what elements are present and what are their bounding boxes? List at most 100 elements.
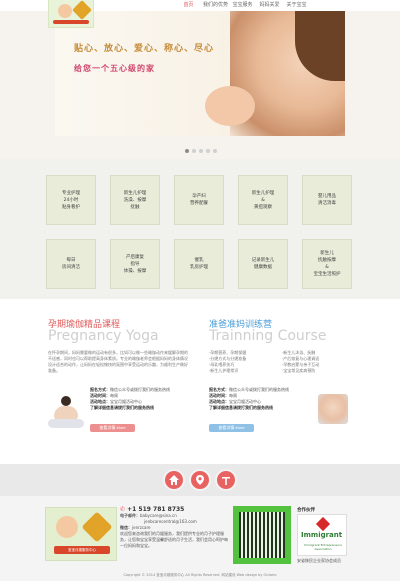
footer-logo-text: 宝宝月嫂服务中心 bbox=[68, 548, 96, 552]
email-label: 电子邮件： bbox=[120, 513, 140, 518]
partner-badge[interactable]: Immigrant Immigrant Entrepreneurs Associ… bbox=[297, 514, 347, 556]
service-tile[interactable]: 催乳 乳房护理 bbox=[174, 239, 224, 289]
service-tile-line: 营养配餐 bbox=[190, 201, 208, 206]
service-tile-line: 婴儿用品 bbox=[318, 194, 336, 199]
banner-slogan-line1: 贴心、放心、爱心、称心、尽心 bbox=[74, 44, 215, 54]
email-link[interactable]: jenbcarecentral@163.com bbox=[144, 519, 197, 524]
training-title-en: Trainning Course bbox=[209, 328, 327, 344]
logo-maple-leaf-icon bbox=[72, 0, 92, 20]
service-tile-line: 宝宝生活照护 bbox=[313, 272, 341, 277]
service-tile-line: 洗澡、按摩 bbox=[123, 197, 147, 203]
service-tile-label: 孕产妇 营养配餐 bbox=[190, 193, 208, 207]
service-tile-line: 体操、按摩 bbox=[123, 268, 147, 274]
service-tile-line: 孕产妇 bbox=[192, 194, 206, 199]
service-tile[interactable]: 新生儿 抚触按摩 & 宝宝生活照护 bbox=[302, 239, 352, 289]
wechat-id: jenrzcare bbox=[132, 525, 151, 530]
yoga-head bbox=[61, 396, 71, 406]
info-value: 每周 bbox=[110, 393, 118, 398]
service-tile-line: 指导 bbox=[130, 261, 140, 267]
service-tile-line: 房间清洁 bbox=[62, 265, 80, 270]
footer-logo-baby bbox=[56, 516, 78, 538]
phone-value: +1 519 781 8735 bbox=[127, 506, 185, 513]
logo-ribbon bbox=[53, 20, 89, 24]
service-tile-line: 清洁消毒 bbox=[318, 201, 336, 206]
training-baby-image bbox=[318, 394, 348, 424]
service-tile-line: 新生儿 bbox=[320, 251, 334, 256]
service-tile-line: 贴身看护 bbox=[62, 204, 80, 210]
footer-blurb: 欢迎您来咨询我们的月嫂服务，我们提供专业的月子护理服务，让您和宝宝享受温馨舒适的… bbox=[120, 531, 228, 548]
banner-slide: 贴心、放心、爱心、称心、尽心 给您一个五心级的家 bbox=[55, 11, 345, 136]
service-tile-line: 抚触 bbox=[130, 204, 140, 210]
maple-leaf-icon bbox=[315, 516, 331, 532]
banner-baby-photo bbox=[205, 86, 255, 126]
service-tile[interactable]: 新生儿护理 洗澡、按摩 抚触 bbox=[110, 175, 160, 225]
yoga-title-en: Pregnancy Yoga bbox=[48, 328, 159, 344]
service-tile[interactable]: 新生儿护理 & 黄疸观察 bbox=[238, 175, 288, 225]
carousel-dot[interactable] bbox=[206, 149, 210, 153]
yoga-body bbox=[54, 406, 78, 420]
footer-icon-band bbox=[0, 464, 400, 496]
training-topics-col2: ·新生儿沐浴、抚触 ·产后恢复与心理调适 ·早教启蒙与亲子互动 ·宝宝常见疾病预… bbox=[282, 350, 352, 374]
site-logo[interactable] bbox=[48, 0, 94, 28]
service-tile[interactable]: 专业护理 24小时 贴身看护 bbox=[46, 175, 96, 225]
carousel-dot[interactable] bbox=[185, 149, 189, 153]
carousel-dot[interactable] bbox=[199, 149, 203, 153]
service-tile-line: 新生儿护理 bbox=[251, 190, 275, 196]
header: 首页 我们的优势 宝宝服务 妈妈关爱 关于宝宝 bbox=[0, 0, 400, 28]
service-tile-line: 健康数据 bbox=[254, 265, 272, 270]
footer: 宝宝月嫂服务中心 ✆ +1 519 781 8735 电子邮件：babycare… bbox=[0, 496, 400, 581]
yoga-more-button[interactable]: 查看详情 More bbox=[90, 424, 135, 432]
service-tile-label: 新生儿护理 & 黄疸观察 bbox=[252, 190, 275, 211]
info-value: 微信公众号或拨打我们的服务热线 bbox=[229, 387, 289, 392]
training-topic: ·新生儿护理常识 bbox=[209, 368, 239, 373]
info-value: 宝宝月嫂活动中心 bbox=[229, 399, 261, 404]
carousel-indicators bbox=[185, 149, 217, 153]
email-link[interactable]: babycare@sina.cn bbox=[140, 513, 177, 518]
service-tile[interactable]: 每日 房间清洁 bbox=[46, 239, 96, 289]
info-label: 活动地点： bbox=[209, 399, 229, 404]
location-icon[interactable] bbox=[189, 469, 211, 491]
service-tile-line: 乳房护理 bbox=[190, 265, 208, 270]
service-tile[interactable]: 婴儿用品 清洁消毒 bbox=[302, 175, 352, 225]
service-tile[interactable]: 孕产妇 营养配餐 bbox=[174, 175, 224, 225]
service-tile-line: 黄疸观察 bbox=[254, 204, 272, 210]
service-tile-line: 新生儿护理 bbox=[123, 190, 147, 196]
service-tile-line: 24小时 bbox=[63, 197, 79, 203]
training-topic: ·宝宝常见疾病预防 bbox=[282, 368, 316, 373]
carousel-dot[interactable] bbox=[213, 149, 217, 153]
yoga-description: 在怀孕期间，妈妈需要做的运动有很多，比如可以做一些瑜伽动作来缓解孕期的不适感，同… bbox=[48, 350, 188, 373]
wechat-qr-code bbox=[233, 506, 291, 564]
yoga-woman-image bbox=[48, 394, 84, 434]
logo-baby-image bbox=[58, 4, 72, 18]
wechat-label: 微信： bbox=[120, 525, 132, 530]
copyright: Copyright © 2014 宝宝月嫂服务中心 All Rights Res… bbox=[123, 573, 277, 577]
banner-slogan-line2: 给您一个五心级的家 bbox=[74, 64, 155, 73]
info-label: 活动时间： bbox=[90, 393, 110, 398]
service-tile-line: 产后康复 bbox=[126, 254, 144, 260]
service-tile-label: 催乳 乳房护理 bbox=[190, 257, 208, 271]
info-value: 每周 bbox=[229, 393, 237, 398]
training-more-button[interactable]: 查看详情 More bbox=[209, 424, 254, 432]
partner-title: 合作伙伴 bbox=[297, 508, 315, 513]
contact-info: ✆ +1 519 781 8735 电子邮件：babycare@sina.cn … bbox=[120, 507, 230, 549]
info-label: 活动地点： bbox=[90, 399, 110, 404]
home-icon[interactable] bbox=[163, 469, 185, 491]
courses-section: 孕期瑜伽精品课程 Pregnancy Yoga 在怀孕期间，妈妈需要做的运动有很… bbox=[0, 299, 400, 464]
service-tile-label: 每日 房间清洁 bbox=[62, 257, 80, 271]
service-tile[interactable]: 记录新生儿 健康数据 bbox=[238, 239, 288, 289]
service-tile-label: 记录新生儿 健康数据 bbox=[252, 257, 275, 271]
info-value: 宝宝月嫂活动中心 bbox=[110, 399, 142, 404]
service-tile-line: & bbox=[261, 197, 265, 203]
partner-subtitle: Immigrant Entrepreneurs Association bbox=[304, 543, 342, 551]
service-tile-line: 催乳 bbox=[194, 258, 204, 263]
partner-caption: 安省移民企业家协会成员 bbox=[297, 558, 341, 563]
carousel-dot[interactable] bbox=[192, 149, 196, 153]
info-label: 报名方式： bbox=[90, 387, 110, 392]
yoga-info: 报名方式：微信公众号或拨打我们的服务热线 活动时间：每周 活动地点：宝宝月嫂活动… bbox=[90, 387, 195, 411]
service-tile-label: 专业护理 24小时 贴身看护 bbox=[62, 190, 80, 211]
service-tile-line: 专业护理 bbox=[62, 190, 80, 196]
footer-logo[interactable]: 宝宝月嫂服务中心 bbox=[45, 507, 117, 561]
info-label: 报名方式： bbox=[209, 387, 229, 392]
top-icon[interactable] bbox=[215, 469, 237, 491]
service-tile[interactable]: 产后康复 指导 体操、按摩 bbox=[110, 239, 160, 289]
